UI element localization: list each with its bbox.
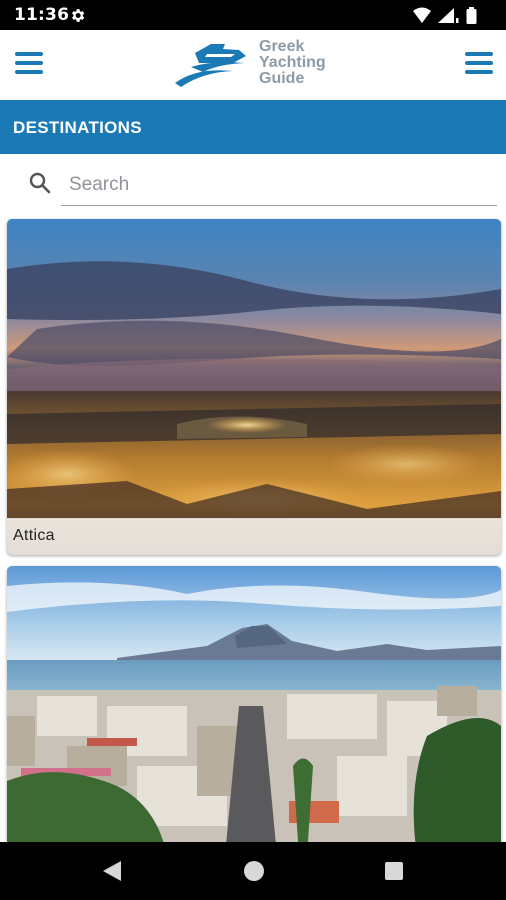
logo-line: Yachting bbox=[259, 54, 326, 71]
system-nav-bar bbox=[0, 842, 506, 900]
destination-name: Attica bbox=[13, 527, 55, 544]
menu-button-left[interactable] bbox=[15, 52, 43, 74]
search-row bbox=[0, 154, 506, 216]
destination-card-attica[interactable]: Attica bbox=[7, 219, 501, 555]
recents-icon[interactable] bbox=[383, 859, 405, 883]
destination-card[interactable] bbox=[7, 566, 501, 856]
destination-image bbox=[7, 219, 501, 555]
logo: Greek Yachting Guide bbox=[173, 39, 338, 93]
wifi-icon bbox=[413, 7, 431, 23]
page-title: DESTINATIONS bbox=[13, 118, 142, 137]
status-bar: 11:36 bbox=[0, 0, 506, 30]
search-input[interactable] bbox=[61, 164, 497, 206]
home-icon[interactable] bbox=[242, 859, 266, 883]
destination-image bbox=[7, 566, 501, 856]
menu-icon bbox=[465, 52, 493, 56]
menu-icon bbox=[15, 52, 43, 56]
logo-text: Greek Yachting Guide bbox=[259, 39, 326, 87]
title-bar: DESTINATIONS bbox=[0, 100, 506, 154]
app-bar: Greek Yachting Guide bbox=[0, 30, 506, 100]
logo-line: Greek bbox=[259, 38, 305, 55]
yacht-logo-icon bbox=[175, 44, 246, 87]
signal-icon bbox=[438, 8, 459, 23]
status-icons bbox=[412, 6, 492, 30]
search-icon[interactable] bbox=[28, 171, 52, 195]
destination-caption: Attica bbox=[7, 518, 501, 555]
menu-button-right[interactable] bbox=[465, 52, 493, 74]
battery-icon bbox=[466, 7, 477, 24]
gear-icon bbox=[72, 9, 85, 22]
status-time: 11:36 bbox=[14, 5, 70, 25]
logo-line: Guide bbox=[259, 70, 305, 87]
back-icon[interactable] bbox=[101, 859, 123, 883]
